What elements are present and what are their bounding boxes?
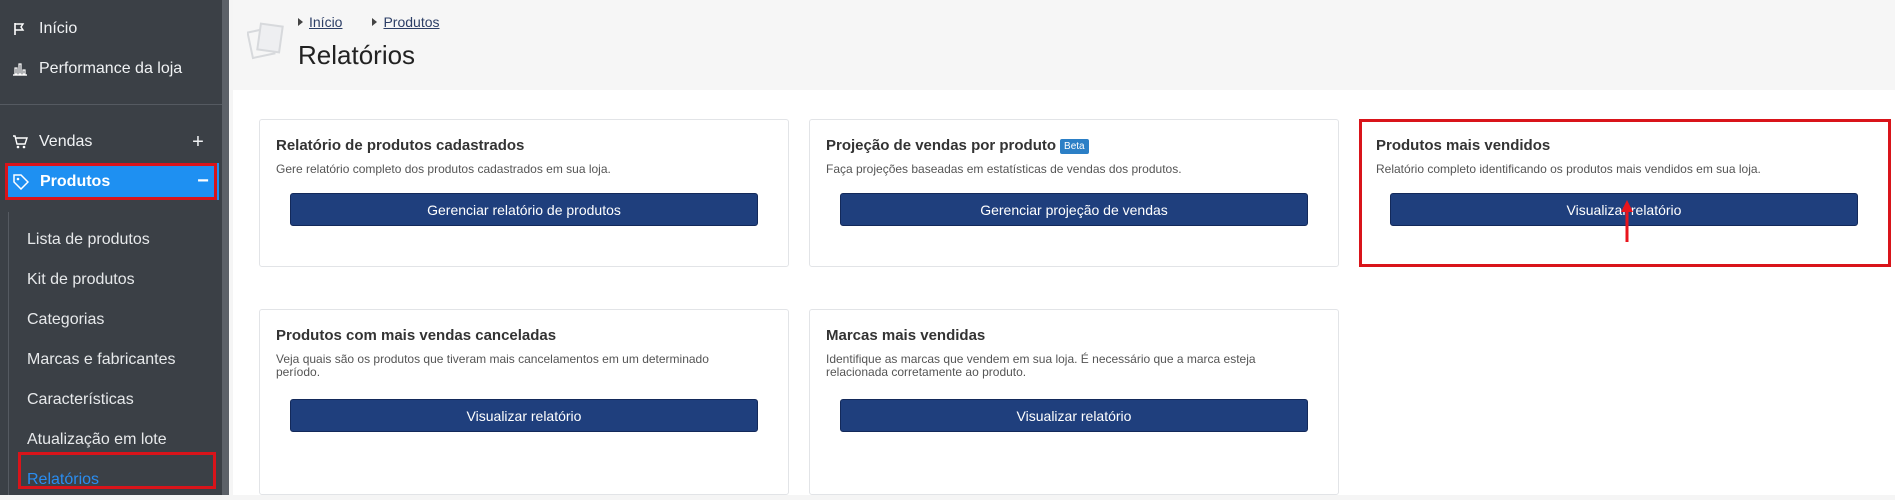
- card-description: Faça projeções baseadas em estatísticas …: [826, 162, 1182, 176]
- highlight-box-produtos: [5, 163, 217, 200]
- card-description: Identifique as marcas que vendem em sua …: [826, 352, 1256, 379]
- card-description: Gere relatório completo dos produtos cad…: [276, 162, 611, 176]
- manage-sales-projection-button[interactable]: Gerenciar projeção de vendas: [840, 193, 1308, 226]
- bar-chart-icon: [11, 60, 29, 78]
- flag-icon: [11, 20, 29, 38]
- red-arrow-up-icon: [1621, 200, 1633, 242]
- view-cancelled-sales-button[interactable]: Visualizar relatório: [290, 399, 758, 432]
- cart-icon: [11, 133, 29, 151]
- card-title: Projeção de vendas por produto Beta: [826, 137, 1089, 154]
- submenu-item-categorias[interactable]: Categorias: [27, 300, 104, 340]
- main-content: Relatório de produtos cadastrados Gere r…: [233, 90, 1895, 495]
- sidebar-item-label: Performance da loja: [39, 60, 183, 77]
- card-title: Produtos com mais vendas canceladas: [276, 327, 557, 344]
- caret-right-icon: [372, 18, 378, 26]
- breadcrumb-link-produtos[interactable]: Produtos: [383, 14, 439, 30]
- beta-badge: Beta: [1060, 138, 1089, 154]
- card-title: Marcas mais vendidas: [826, 327, 986, 344]
- card-title: Relatório de produtos cadastrados: [276, 137, 525, 154]
- card-description: Veja quais são os produtos que tiveram m…: [276, 352, 709, 379]
- submenu-item-caracteristicas[interactable]: Características: [27, 380, 134, 420]
- breadcrumb-link-inicio[interactable]: Início: [309, 14, 342, 30]
- highlight-box-best-sellers: [1359, 119, 1891, 267]
- sidebar-divider: [0, 104, 222, 105]
- expand-icon[interactable]: +: [188, 131, 208, 154]
- submenu-item-kit-produtos[interactable]: Kit de produtos: [27, 260, 135, 300]
- documents-icon: [247, 22, 284, 60]
- report-card: Relatório de produtos cadastrados Gere r…: [259, 119, 789, 267]
- breadcrumb: Início Produtos: [298, 14, 440, 30]
- page-title: Relatórios: [298, 40, 416, 70]
- sidebar-item-performance[interactable]: Performance da loja: [0, 49, 222, 89]
- sidebar: Início Performance da loja Vendas + Prod…: [0, 0, 229, 495]
- submenu-item-lista-produtos[interactable]: Lista de produtos: [27, 220, 150, 260]
- highlight-box-relatorios: [18, 452, 216, 489]
- sidebar-item-label: Vendas: [39, 133, 93, 150]
- caret-right-icon: [298, 18, 303, 26]
- view-top-brands-button[interactable]: Visualizar relatório: [840, 399, 1308, 432]
- sidebar-item-vendas[interactable]: Vendas +: [0, 122, 222, 162]
- report-card: Marcas mais vendidas Identifique as marc…: [809, 309, 1339, 495]
- breadcrumb-item: Início: [298, 14, 342, 30]
- report-card: Produtos com mais vendas canceladas Veja…: [259, 309, 789, 495]
- breadcrumb-item: Produtos: [372, 14, 440, 30]
- report-card: Projeção de vendas por produto Beta Faça …: [809, 119, 1339, 267]
- sidebar-item-label: Início: [39, 20, 78, 37]
- card-title-text: Projeção de vendas por produto: [826, 137, 1057, 154]
- page-header: Início Produtos Relatórios: [233, 0, 1895, 90]
- sidebar-item-inicio[interactable]: Início: [0, 9, 222, 49]
- sidebar-scrollbar[interactable]: [222, 0, 229, 495]
- manage-products-report-button[interactable]: Gerenciar relatório de produtos: [290, 193, 758, 226]
- submenu-item-marcas[interactable]: Marcas e fabricantes: [27, 340, 176, 380]
